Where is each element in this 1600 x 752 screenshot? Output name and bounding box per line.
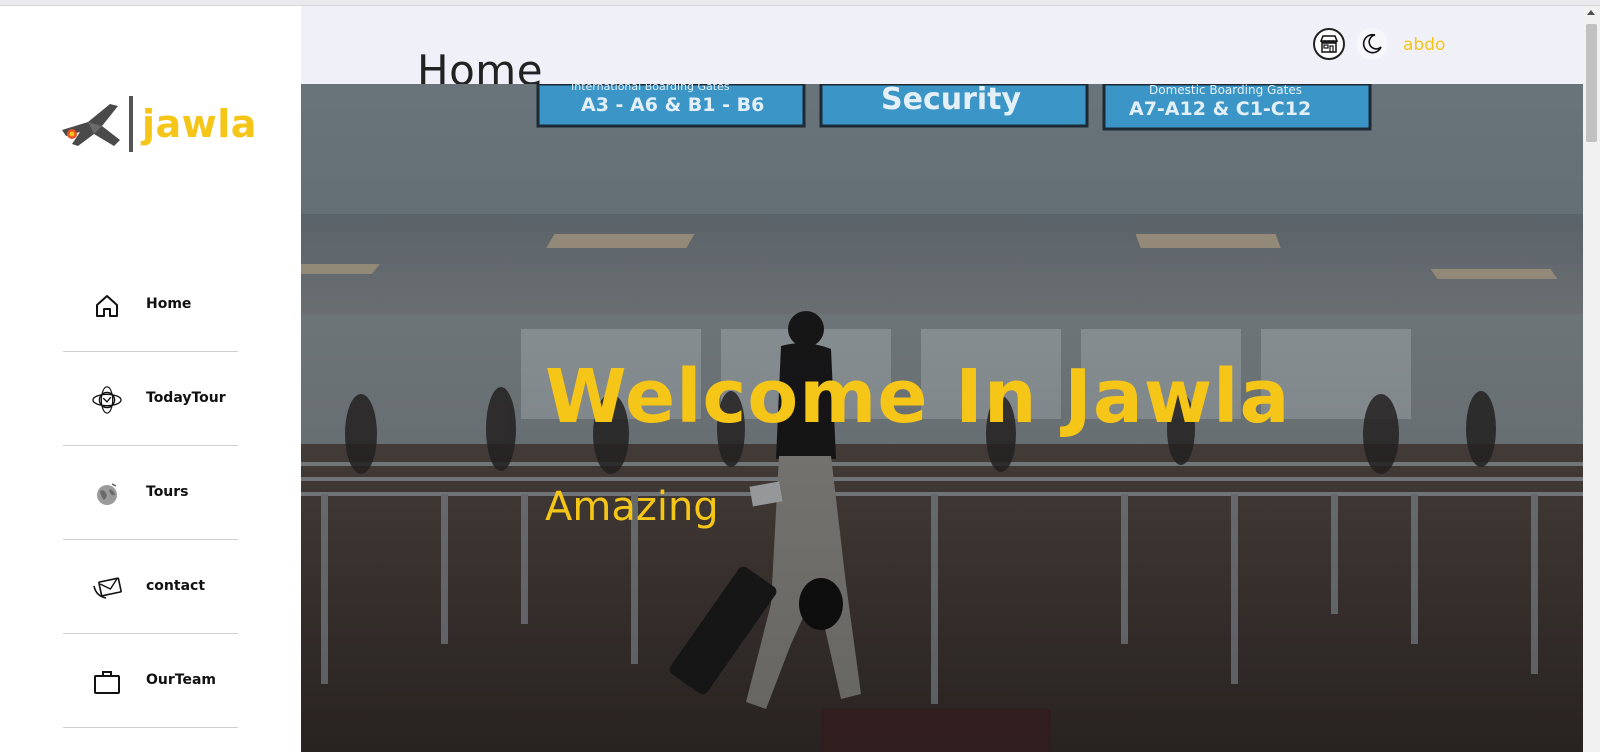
sign-international-gates: A3 - A6 & B1 - B6 (581, 94, 765, 116)
envelope-icon (92, 573, 122, 603)
top-header: Home abdo (301, 6, 1583, 95)
sign-domestic-header: Domestic Boarding Gates (1149, 84, 1302, 97)
scroll-up-arrow-icon[interactable] (1587, 10, 1595, 15)
sidebar-item-todaytour[interactable]: TodayTour (63, 352, 238, 446)
sidebar: jawla Home TodayTour Tours contact OurTe… (0, 6, 301, 752)
hero-banner: International Boarding Gates A3 - A6 & B… (301, 84, 1583, 752)
globe-orbit-icon (92, 385, 122, 415)
hero-subtitle: Amazing (545, 484, 719, 530)
sign-domestic-gates: A7-A12 & C1-C12 (1129, 98, 1312, 120)
jet-plane-icon (62, 104, 120, 146)
sidebar-item-tours[interactable]: Tours (63, 446, 238, 540)
moon-icon[interactable] (1356, 28, 1388, 60)
scrollbar-thumb[interactable] (1586, 24, 1597, 142)
sidebar-item-label: TodayTour (146, 390, 226, 406)
logo-text: jawla (142, 102, 257, 146)
briefcase-icon (92, 667, 122, 697)
sidebar-item-label: Tours (146, 484, 189, 500)
sign-security: Security (881, 84, 1022, 117)
logo-divider (129, 96, 133, 152)
sidebar-item-home[interactable]: Home (63, 258, 238, 352)
username-link[interactable]: abdo (1403, 35, 1445, 55)
globe-icon (92, 479, 122, 509)
sidebar-item-contact[interactable]: contact (63, 540, 238, 634)
sidebar-item-label: Home (146, 296, 192, 312)
sign-international-header: International Boarding Gates (571, 84, 730, 93)
sidebar-item-label: contact (146, 578, 206, 594)
sidebar-item-label: OurTeam (146, 672, 216, 688)
hero-title: Welcome In Jawla (545, 354, 1291, 440)
house-icon (92, 291, 122, 321)
page-scrollbar[interactable] (1583, 6, 1600, 752)
brand-logo[interactable]: jawla (58, 92, 256, 158)
sidebar-item-ourteam[interactable]: OurTeam (63, 634, 238, 728)
store-icon[interactable] (1313, 28, 1345, 60)
sidebar-nav: Home TodayTour Tours contact OurTeam (63, 258, 238, 728)
